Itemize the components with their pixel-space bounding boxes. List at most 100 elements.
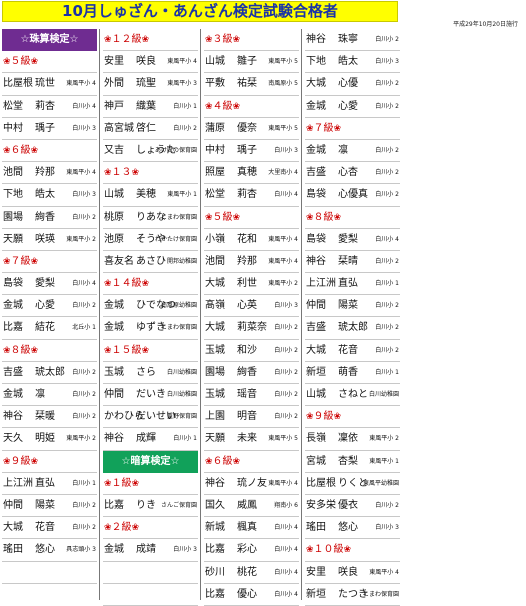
grade-label: ９級 <box>10 455 31 467</box>
school-grade: 白川小 1 <box>173 435 197 443</box>
last-name: 仲間 <box>306 300 326 312</box>
person-row: 仲間 陽菜 白川小 2 <box>305 295 400 318</box>
first-name: 利世 <box>237 278 257 290</box>
first-name: 羚那 <box>237 255 257 267</box>
first-name: 明音 <box>237 411 257 423</box>
exam-date: 平成29年10月20日施行 <box>453 21 518 28</box>
last-name: 玉城 <box>205 344 225 356</box>
page-title: 10月しゅざん・あんざん検定試験合格者 <box>2 1 398 22</box>
person-row: 国久 威鳳 翔南小 6 <box>204 495 299 518</box>
grade-header: ❀１級❀ <box>103 473 198 495</box>
person-row: 比屋根 琉世 東風平小 4 <box>2 73 97 96</box>
first-name: 優奈 <box>237 122 257 134</box>
person-row: 喜友名 あさひ 開邦幼稚園 <box>103 251 198 274</box>
school-grade: 白川小 2 <box>375 302 399 310</box>
first-name: 愛梨 <box>338 233 358 245</box>
school-grade: 東風平小 3 <box>167 80 197 88</box>
grade-label: １５級 <box>111 344 142 356</box>
school-grade: 白川小 4 <box>274 568 298 576</box>
flower-icon: ❀ <box>30 456 39 467</box>
school-grade: 白川小 2 <box>375 501 399 509</box>
person-row: 島袋 愛梨 白川小 4 <box>2 273 97 296</box>
person-row: 髙嶺 心英 白川小 3 <box>204 295 299 318</box>
school-grade: 東風平小 5 <box>268 435 298 443</box>
school-grade: 白川小 2 <box>375 191 399 199</box>
person-row: 新垣 たつき とまわ保育園 <box>305 584 400 606</box>
school-grade: 白川小 1 <box>375 368 399 376</box>
school-grade: 白川幼稚園 <box>368 391 399 398</box>
first-name: 瑀子 <box>237 144 257 156</box>
results-column-3: ❀３級❀ 山城 雛子 東風平小 5 平敷 祐栞 南風原小 5 ❀４級❀ 蒲原 優奈 東風平小 5 中村… <box>204 29 299 606</box>
first-name: 和沙 <box>237 344 257 356</box>
first-name: 凛 <box>35 389 45 400</box>
school-grade: 白川小 2 <box>375 257 399 265</box>
last-name: 小嶺 <box>205 233 225 245</box>
person-row: 玉城 和沙 白川小 2 <box>204 340 299 362</box>
section-header: ☆珠算検定☆ <box>2 29 97 52</box>
last-name: 蒲原 <box>205 122 225 134</box>
grade-header: ❀９級❀ <box>2 451 97 473</box>
school-grade: 大里南小 4 <box>268 169 298 177</box>
school-grade: 白川小 1 <box>72 479 96 487</box>
last-name: 天久 <box>3 433 23 445</box>
school-grade: とまわ保育園 <box>362 590 399 598</box>
first-name: あさひ <box>136 255 166 267</box>
flower-icon: ❀ <box>104 279 112 290</box>
person-row: 天願 未来 東風平小 5 <box>204 428 299 451</box>
last-name: 金城 <box>306 100 326 112</box>
grade-label: ７級 <box>313 122 334 134</box>
first-name: りき <box>136 499 156 511</box>
first-name: 祐栞 <box>237 78 257 90</box>
first-name: 莉杏 <box>237 189 257 201</box>
person-row: 中村 瑀子 白川小 3 <box>204 140 299 163</box>
flower-icon: ❀ <box>30 256 39 267</box>
school-grade: 東風平小 2 <box>66 235 96 243</box>
last-name: 天願 <box>205 433 225 445</box>
person-row: 金城 心愛 白川小 2 <box>305 96 400 118</box>
last-name: 仲間 <box>104 389 124 400</box>
person-row: 大城 莉菜奈 白川小 2 <box>204 317 299 340</box>
school-grade: 重野保育園 <box>166 413 197 421</box>
first-name: 瑶音 <box>237 389 257 400</box>
first-name: 琥太郎 <box>338 322 368 334</box>
grade-label: １２級 <box>111 34 142 45</box>
person-row: 上園 明音 白川小 2 <box>204 406 299 429</box>
flower-icon: ❀ <box>205 35 213 45</box>
person-row: 宮城 杏梨 東風平小 1 <box>305 451 400 473</box>
last-name: 平敷 <box>205 78 225 90</box>
school-grade: 東風平小 5 <box>268 58 298 66</box>
person-row: 瑤田 悠心 白川小 3 <box>305 517 400 540</box>
person-row: 大城 心優 白川小 2 <box>305 73 400 96</box>
flower-icon: ❀ <box>131 478 140 489</box>
school-grade: 東風平小 2 <box>66 435 96 443</box>
first-name: 羚那 <box>35 167 55 179</box>
last-name: 吉盛 <box>306 167 326 179</box>
flower-icon: ❀ <box>104 345 112 356</box>
grade-header: ❀６級❀ <box>2 140 97 163</box>
flower-icon: ❀ <box>343 545 352 556</box>
first-name: だいき <box>136 389 166 400</box>
last-name: 山城 <box>205 56 225 68</box>
flower-icon: ❀ <box>141 35 150 45</box>
last-name: 安里 <box>306 566 326 578</box>
person-row: 小嶺 花和 東風平小 4 <box>204 229 299 251</box>
school-grade: 白川小 3 <box>72 124 96 132</box>
flower-icon: ❀ <box>30 57 39 68</box>
school-grade: 南風原小 5 <box>268 80 298 88</box>
person-row: 松堂 莉杏 白川小 4 <box>204 184 299 207</box>
first-name: 陽菜 <box>35 499 55 511</box>
school-grade: 白川小 2 <box>375 146 399 154</box>
school-grade: 白川小 4 <box>72 102 96 110</box>
school-grade: 白川小 2 <box>274 368 298 376</box>
flower-icon: ❀ <box>3 145 11 156</box>
grade-label: １４級 <box>111 278 142 290</box>
school-grade: 白川小 2 <box>375 324 399 332</box>
first-name: 心愛 <box>338 100 358 112</box>
last-name: 安里 <box>104 56 124 68</box>
flower-icon: ❀ <box>205 456 213 467</box>
person-row: 玉城 瑶音 白川小 2 <box>204 384 299 407</box>
flower-icon: ❀ <box>205 212 213 223</box>
flower-icon: ❀ <box>141 279 150 290</box>
person-row: 安里 咲良 東風平小 4 <box>305 562 400 584</box>
flower-icon: ❀ <box>333 212 342 223</box>
